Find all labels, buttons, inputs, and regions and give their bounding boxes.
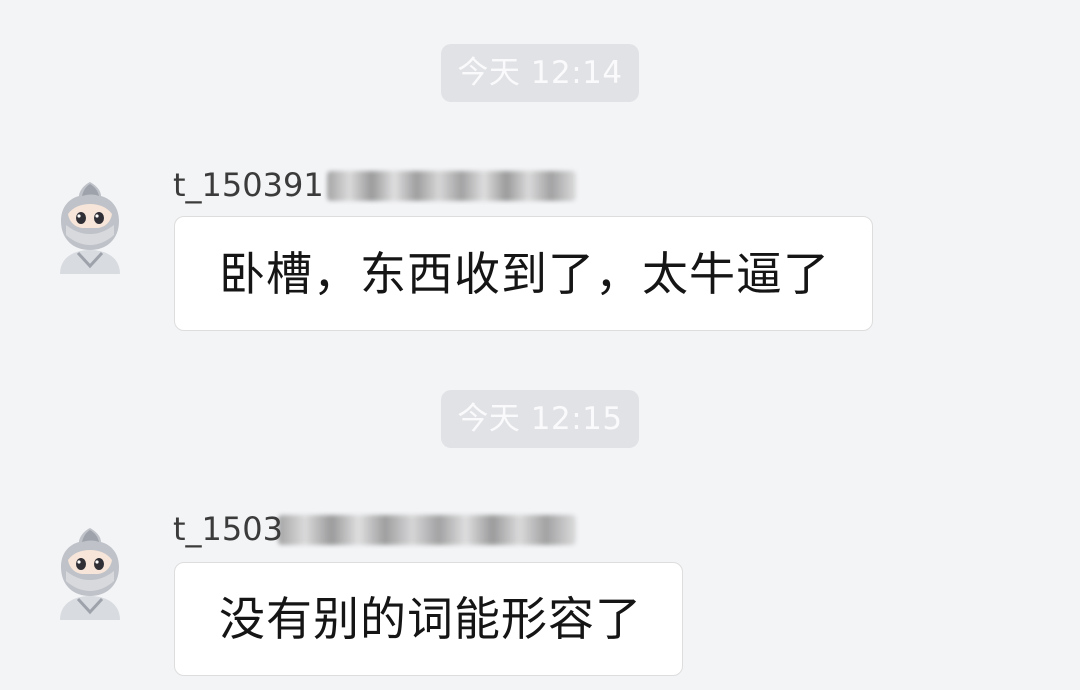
timestamp-pill: 今天 12:15	[441, 390, 639, 448]
ninja-avatar-icon	[60, 182, 120, 274]
timestamp-pill: 今天 12:14	[441, 44, 639, 102]
redacted-sender-suffix	[278, 515, 576, 545]
sender-name: t_150391	[173, 166, 324, 204]
message-text: 卧槽，东西收到了，太牛逼了	[219, 246, 830, 301]
message-bubble[interactable]: 没有别的词能形容了	[174, 562, 683, 676]
avatar[interactable]	[48, 178, 132, 274]
redacted-sender-suffix	[327, 171, 576, 201]
avatar[interactable]	[48, 524, 132, 620]
ninja-avatar-icon	[60, 528, 120, 620]
message-bubble[interactable]: 卧槽，东西收到了，太牛逼了	[174, 216, 873, 331]
message-text: 没有别的词能形容了	[219, 592, 642, 646]
sender-name: t_1503	[173, 510, 283, 548]
